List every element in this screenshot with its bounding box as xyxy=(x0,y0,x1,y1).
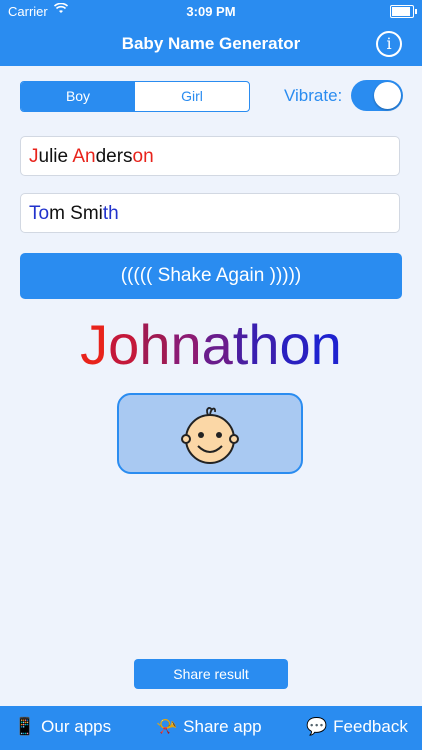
battery-icon xyxy=(390,5,417,18)
parent2-name-field[interactable]: Tom Smith xyxy=(20,193,400,233)
generated-name-part: h xyxy=(248,313,280,376)
parent1-name-part: ders xyxy=(95,146,133,167)
parent1-name-part: ulie xyxy=(38,146,73,167)
status-time: 3:09 PM xyxy=(186,4,236,19)
segment-girl[interactable]: Girl xyxy=(135,82,249,111)
speech-bubble-icon: 💬 xyxy=(306,717,328,736)
tab-our-apps[interactable]: 📱 Our apps xyxy=(14,717,111,737)
generated-name: Johnathon xyxy=(0,312,422,377)
tab-share-app[interactable]: 📯 Share app xyxy=(156,717,262,737)
shake-again-button[interactable]: ((((( Shake Again ))))) xyxy=(20,253,402,299)
horn-icon: 📯 xyxy=(156,717,178,736)
page-title: Baby Name Generator xyxy=(121,34,301,53)
generated-name-part: t xyxy=(232,313,249,376)
segment-boy[interactable]: Boy xyxy=(21,82,135,111)
status-bar: Carrier 3:09 PM xyxy=(0,0,422,22)
parent1-name-part: J xyxy=(29,146,39,167)
generated-name-part: h xyxy=(139,313,171,376)
share-result-button[interactable]: Share result xyxy=(134,659,288,689)
bottom-tab-bar: 📱 Our apps 📯 Share app 💬 Feedback xyxy=(0,706,422,750)
parent2-name-part: m Smi xyxy=(49,203,103,224)
parent1-name-field[interactable]: Julie Anderson xyxy=(20,136,400,176)
parent2-name-part: To xyxy=(29,203,50,224)
parent1-name-part: An xyxy=(72,146,96,167)
generated-name-part: n xyxy=(310,313,342,376)
baby-face-icon xyxy=(181,407,239,464)
vibrate-toggle[interactable] xyxy=(351,80,403,111)
generated-name-part: n xyxy=(170,313,202,376)
gender-segment-control: Boy Girl xyxy=(20,81,250,112)
info-icon[interactable]: i xyxy=(376,31,402,57)
generated-name-part: J xyxy=(80,313,109,376)
generated-name-part: o xyxy=(279,313,311,376)
tab-our-apps-label: Our apps xyxy=(41,717,112,736)
baby-button[interactable] xyxy=(117,393,303,474)
parent2-name-part: th xyxy=(102,203,119,224)
toggle-knob xyxy=(374,82,401,109)
vibrate-label: Vibrate: xyxy=(284,86,343,105)
tab-share-app-label: Share app xyxy=(183,717,262,736)
generated-name-part: a xyxy=(201,313,233,376)
parent1-name-part: on xyxy=(132,146,154,167)
phone-icon: 📱 xyxy=(14,717,36,736)
generated-name-part: o xyxy=(108,313,140,376)
tab-feedback-label: Feedback xyxy=(333,717,408,736)
tab-feedback[interactable]: 💬 Feedback xyxy=(306,717,408,737)
nav-bar: Baby Name Generator i xyxy=(0,22,422,66)
